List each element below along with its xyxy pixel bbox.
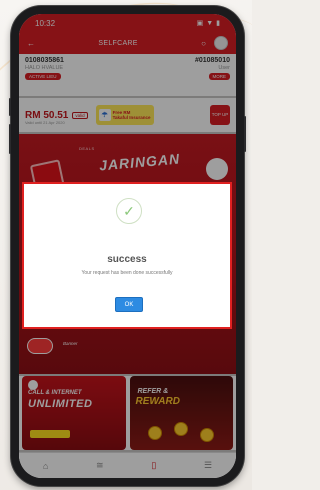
volume-button: [9, 124, 11, 154]
dialog-message: Your request has been done successfully: [81, 270, 173, 276]
dialog-title: success: [107, 254, 147, 265]
stage: 10:32 ▣ ▼ ▮ ← SELFCARE ○ 0108035861 #010…: [0, 0, 252, 490]
ok-button[interactable]: OK: [115, 297, 143, 312]
volume-button: [9, 98, 11, 116]
checkmark-glyph: ✓: [123, 202, 135, 219]
power-button: [244, 116, 246, 152]
success-dialog: ✓ success Your request has been done suc…: [22, 182, 232, 329]
checkmark-icon: ✓: [116, 198, 142, 224]
